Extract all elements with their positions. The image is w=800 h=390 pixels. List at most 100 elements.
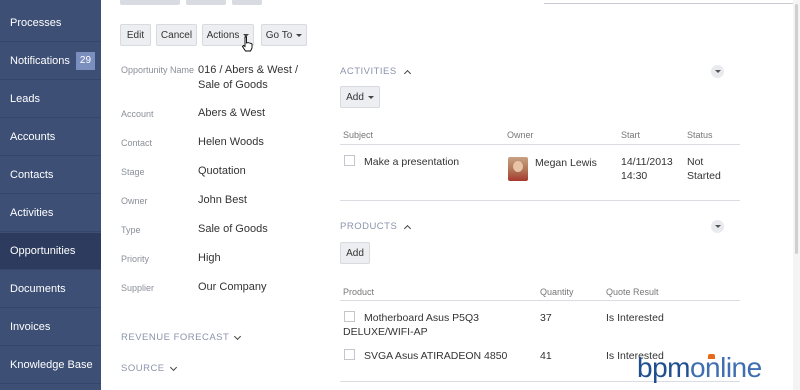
source-group[interactable]: SOURCE bbox=[121, 363, 177, 374]
supplier-label: Supplier bbox=[121, 283, 155, 293]
row-checkbox[interactable] bbox=[344, 349, 355, 360]
account-value[interactable]: Abers & West bbox=[198, 106, 318, 121]
products-header-divider bbox=[340, 300, 740, 301]
contact-value[interactable]: Helen Woods bbox=[198, 135, 318, 150]
avatar bbox=[508, 157, 528, 181]
activity-start-date: 14/11/2013 bbox=[621, 156, 673, 168]
chevron-down-icon bbox=[714, 225, 721, 228]
add-product-button[interactable]: Add bbox=[340, 242, 370, 264]
activities-section-divider bbox=[340, 200, 740, 201]
logo-accent bbox=[708, 354, 715, 359]
products-title: PRODUCTS bbox=[340, 221, 398, 232]
column-product[interactable]: Product bbox=[343, 287, 374, 297]
column-quantity[interactable]: Quantity bbox=[540, 287, 574, 297]
cancel-button-label: Cancel bbox=[160, 29, 193, 41]
chevron-up-icon bbox=[404, 224, 412, 232]
activities-title: ACTIVITIES bbox=[340, 66, 397, 77]
chevron-down-icon bbox=[714, 70, 721, 73]
column-subject[interactable]: Subject bbox=[343, 130, 373, 140]
scrollbar-thumb[interactable] bbox=[795, 4, 798, 254]
product-quantity: 41 bbox=[540, 350, 552, 362]
activity-owner[interactable]: Megan Lewis bbox=[535, 156, 597, 170]
sidebar-item-accounts[interactable]: Accounts bbox=[0, 119, 101, 156]
products-menu-button[interactable] bbox=[711, 220, 724, 233]
cancel-button[interactable]: Cancel bbox=[156, 24, 197, 46]
sidebar-item-notifications[interactable]: Notifications 29 bbox=[0, 43, 101, 80]
column-owner[interactable]: Owner bbox=[507, 130, 534, 140]
sidebar-item-label: Notifications bbox=[10, 55, 70, 67]
column-start[interactable]: Start bbox=[621, 130, 640, 140]
sidebar-item-documents[interactable]: Documents bbox=[0, 271, 101, 308]
contact-label: Contact bbox=[121, 138, 153, 148]
owner-value[interactable]: John Best bbox=[198, 193, 318, 208]
products-section-header[interactable]: PRODUCTS bbox=[340, 221, 412, 232]
sidebar-item-opportunities[interactable]: Opportunities bbox=[0, 233, 101, 270]
sidebar-item-label: Leads bbox=[10, 93, 40, 105]
edit-button-label: Edit bbox=[126, 29, 145, 41]
activities-header-divider bbox=[340, 144, 740, 145]
activity-status-line1: Not bbox=[687, 156, 704, 168]
revenue-forecast-label: REVENUE FORECAST bbox=[121, 332, 230, 343]
actions-button-label: Actions bbox=[206, 29, 240, 41]
product-name-line1[interactable]: Motherboard Asus P5Q3 bbox=[364, 311, 479, 325]
sidebar-item-label: Knowledge Base bbox=[10, 359, 93, 371]
sidebar-item-processes[interactable]: Processes bbox=[0, 5, 101, 42]
priority-label: Priority bbox=[121, 254, 150, 264]
logo-part-bpm: bpm bbox=[637, 352, 690, 383]
goto-button[interactable]: Go To bbox=[261, 24, 307, 46]
goto-button-label: Go To bbox=[265, 29, 293, 41]
notification-count-badge: 29 bbox=[75, 52, 96, 70]
activities-section-header[interactable]: ACTIVITIES bbox=[340, 66, 411, 77]
chevron-down-icon bbox=[296, 33, 303, 37]
product-quote-result: Is Interested bbox=[606, 312, 664, 324]
chevron-down-icon bbox=[367, 95, 374, 99]
product-name-line2[interactable]: DELUXE/WIFI-AP bbox=[343, 325, 428, 339]
activities-menu-button[interactable] bbox=[711, 65, 724, 78]
sidebar-item-label: Invoices bbox=[10, 321, 51, 333]
sidebar-item-knowledge-base[interactable]: Knowledge Base bbox=[0, 347, 101, 384]
stage-value[interactable]: Quotation bbox=[198, 164, 318, 179]
revenue-forecast-group[interactable]: REVENUE FORECAST bbox=[121, 332, 242, 343]
activity-status-line2: Started bbox=[687, 170, 721, 182]
row-checkbox[interactable] bbox=[344, 311, 355, 322]
product-name-line1[interactable]: SVGA Asus ATIRADEON 4850 bbox=[364, 349, 507, 363]
sidebar-item-label: Activities bbox=[10, 207, 54, 219]
account-label: Account bbox=[121, 109, 154, 119]
activity-subject[interactable]: Make a presentation bbox=[364, 155, 459, 169]
row-checkbox[interactable] bbox=[344, 155, 355, 166]
page-title bbox=[120, 0, 340, 6]
sidebar: Processes Notifications 29 Leads Accounts… bbox=[0, 0, 101, 390]
source-label: SOURCE bbox=[121, 363, 165, 374]
sidebar-item-label: Contacts bbox=[10, 169, 54, 181]
priority-value[interactable]: High bbox=[198, 251, 318, 266]
sidebar-item-label: Documents bbox=[10, 283, 66, 295]
sidebar-item-invoices[interactable]: Invoices bbox=[0, 309, 101, 346]
chevron-up-icon bbox=[403, 69, 411, 77]
chevron-down-icon bbox=[169, 363, 177, 371]
edit-button[interactable]: Edit bbox=[120, 24, 151, 46]
column-quote-result[interactable]: Quote Result bbox=[606, 287, 659, 297]
sidebar-item-label: Accounts bbox=[10, 131, 56, 143]
sidebar-item-leads[interactable]: Leads bbox=[0, 81, 101, 118]
activity-start-time: 14:30 bbox=[621, 170, 648, 182]
add-activity-label: Add bbox=[346, 91, 364, 103]
add-activity-button[interactable]: Add bbox=[340, 86, 380, 108]
type-value[interactable]: Sale of Goods bbox=[198, 222, 318, 237]
sidebar-item-activities[interactable]: Activities bbox=[0, 195, 101, 232]
sidebar-item-label: Processes bbox=[10, 17, 62, 29]
supplier-value[interactable]: Our Company bbox=[198, 280, 318, 295]
add-product-label: Add bbox=[346, 247, 364, 259]
chevron-down-icon bbox=[234, 332, 242, 340]
hand-cursor-icon bbox=[241, 36, 253, 52]
opportunity-name-label: Opportunity Name bbox=[121, 65, 195, 75]
product-quantity: 37 bbox=[540, 312, 552, 324]
stage-label: Stage bbox=[121, 167, 145, 177]
type-label: Type bbox=[121, 225, 141, 235]
sidebar-item-contacts[interactable]: Contacts bbox=[0, 157, 101, 194]
logo-part-online: online bbox=[689, 352, 762, 383]
owner-label: Owner bbox=[121, 196, 148, 206]
bpmonline-logo: bpmonline bbox=[637, 352, 762, 384]
header-field-underline bbox=[544, 0, 800, 4]
column-status[interactable]: Status bbox=[687, 130, 713, 140]
opportunity-name-value[interactable]: 016 / Abers & West / Sale of Goods bbox=[198, 63, 318, 93]
